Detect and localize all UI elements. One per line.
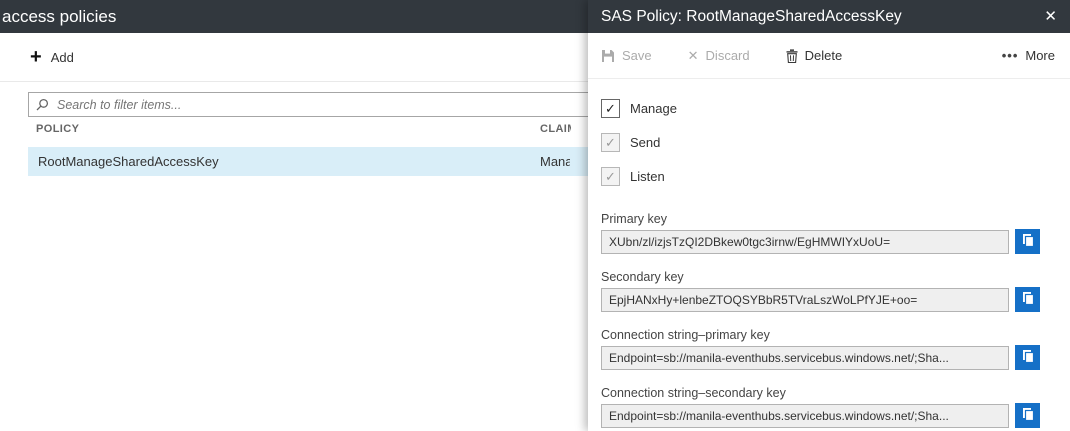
connection-string-primary-field: Connection string–primary key <box>601 328 1040 370</box>
connection-string-primary-input[interactable] <box>601 346 1009 370</box>
send-checkbox-label: Send <box>630 135 660 150</box>
command-bar: Save ✕ Discard Delete <box>588 33 1070 79</box>
discard-button-label: Discard <box>706 48 750 63</box>
secondary-key-field: Secondary key <box>601 270 1040 312</box>
connection-string-primary-label: Connection string–primary key <box>601 328 1040 342</box>
search-icon <box>36 98 49 111</box>
connection-string-secondary-field: Connection string–secondary key <box>601 386 1040 428</box>
copy-icon <box>1021 233 1035 250</box>
discard-icon: ✕ <box>688 49 699 62</box>
send-checkbox: ✓ <box>601 133 620 152</box>
connection-string-secondary-input[interactable] <box>601 404 1009 428</box>
search-input[interactable] <box>55 97 612 113</box>
blade-content: ✓ Manage ✓ Send ✓ Listen Primary key <box>588 79 1070 428</box>
policy-table-row[interactable]: RootManageSharedAccessKey Manage <box>28 147 628 176</box>
connection-string-secondary-label: Connection string–secondary key <box>601 386 1040 400</box>
manage-checkbox[interactable]: ✓ <box>601 99 620 118</box>
copy-connection-string-secondary-button[interactable] <box>1015 403 1040 428</box>
check-icon: ✓ <box>605 170 616 183</box>
delete-button-label: Delete <box>805 48 843 63</box>
check-icon: ✓ <box>605 136 616 149</box>
copy-icon <box>1021 291 1035 308</box>
permission-row-send[interactable]: ✓ Send <box>601 133 1040 152</box>
copy-secondary-key-button[interactable] <box>1015 287 1040 312</box>
permission-row-listen[interactable]: ✓ Listen <box>601 167 1040 186</box>
secondary-key-label: Secondary key <box>601 270 1040 284</box>
copy-connection-string-primary-button[interactable] <box>1015 345 1040 370</box>
policy-claims-cell: Manage <box>540 154 570 169</box>
save-icon <box>601 49 615 63</box>
more-dots-icon: ••• <box>1002 48 1019 63</box>
right-blade-header: SAS Policy: RootManageSharedAccessKey ✕ <box>588 0 1070 33</box>
left-toolbar: + Add <box>0 33 588 82</box>
primary-key-input[interactable] <box>601 230 1009 254</box>
more-button[interactable]: ••• More <box>1002 48 1055 63</box>
permission-row-manage[interactable]: ✓ Manage <box>601 99 1040 118</box>
delete-button[interactable]: Delete <box>786 48 843 63</box>
plus-icon: + <box>30 47 42 67</box>
save-button-label: Save <box>622 48 652 63</box>
listen-checkbox: ✓ <box>601 167 620 186</box>
column-header-claims: CLAIMS <box>540 123 571 135</box>
discard-button[interactable]: ✕ Discard <box>688 48 750 63</box>
trash-icon <box>786 49 798 63</box>
add-button-label: Add <box>51 50 74 65</box>
primary-key-label: Primary key <box>601 212 1040 226</box>
azure-portal-screen: access policies + Add POLICY CLAIMS Root… <box>0 0 1070 431</box>
sas-policy-blade: SAS Policy: RootManageSharedAccessKey ✕ … <box>588 0 1070 431</box>
left-blade-title: access policies <box>0 7 116 27</box>
more-button-label: More <box>1025 48 1055 63</box>
blade-title: SAS Policy: RootManageSharedAccessKey <box>601 8 1044 26</box>
manage-checkbox-label: Manage <box>630 101 677 116</box>
primary-key-field: Primary key <box>601 212 1040 254</box>
secondary-key-input[interactable] <box>601 288 1009 312</box>
copy-primary-key-button[interactable] <box>1015 229 1040 254</box>
column-header-policy: POLICY <box>36 123 79 135</box>
check-icon: ✓ <box>605 102 616 115</box>
add-button[interactable]: + Add <box>30 47 74 67</box>
close-icon[interactable]: ✕ <box>1044 9 1057 24</box>
copy-icon <box>1021 407 1035 424</box>
search-box <box>28 92 620 117</box>
save-button[interactable]: Save <box>601 48 652 63</box>
copy-icon <box>1021 349 1035 366</box>
key-fields: Primary key <box>601 212 1040 428</box>
listen-checkbox-label: Listen <box>630 169 665 184</box>
policy-name-cell: RootManageSharedAccessKey <box>38 154 219 169</box>
